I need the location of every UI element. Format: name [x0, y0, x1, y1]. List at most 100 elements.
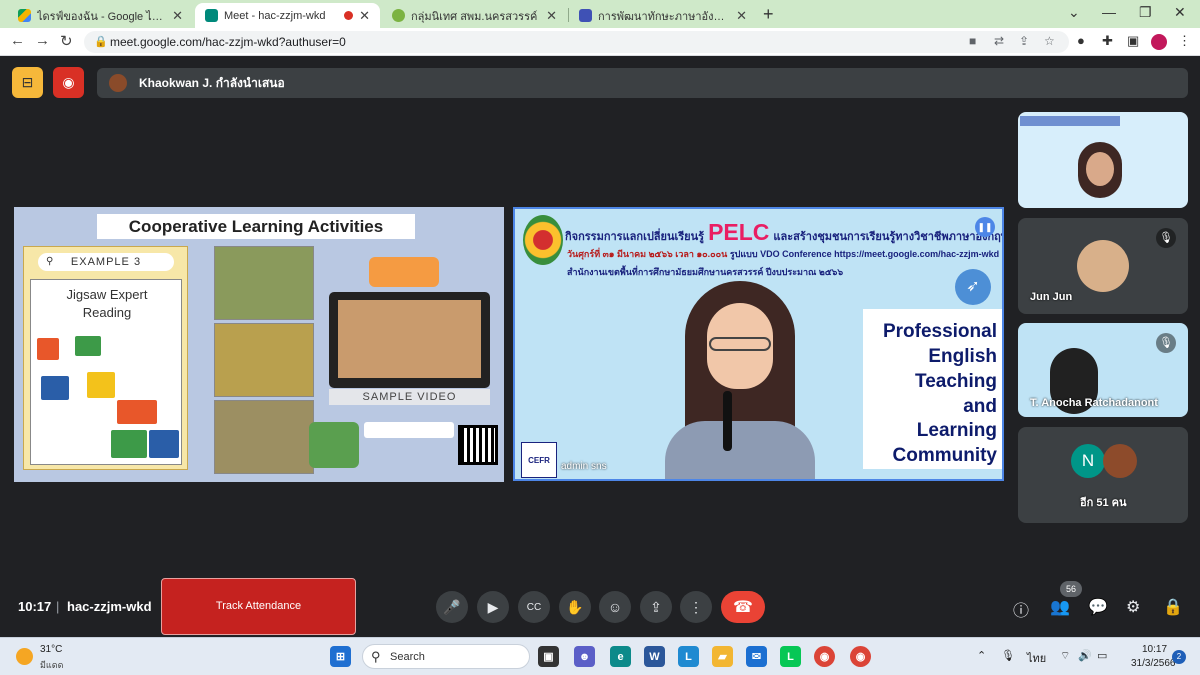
chrome-icon-1[interactable]: ◉ — [814, 646, 835, 667]
task-view-icon[interactable]: ▣ — [538, 646, 559, 667]
raise-hand-button[interactable]: ✋ — [559, 591, 591, 623]
puzzle-piece-icon — [37, 338, 59, 360]
puzzle-pieces-illustration — [309, 422, 359, 468]
tab-search-icon[interactable]: ⌄ — [1068, 4, 1080, 21]
share-icon[interactable]: ⇪ — [1019, 34, 1029, 48]
teams-chat-icon[interactable]: ☻ — [574, 646, 595, 667]
url-text[interactable]: meet.google.com/hac-zzjm-wkd?authuser=0 — [110, 35, 346, 49]
date-text: วันศุกร์ที่ ๓๑ มีนาคม ๒๕๖๖ เวลา ๑๐.๐๐น — [567, 249, 728, 259]
search-icon: ⚲ — [371, 649, 381, 664]
tab-english-skills[interactable]: การพัฒนาทักษะภาษาอังกฤษ English ✕ — [569, 3, 757, 28]
sample-video-label: SAMPLE VIDEO — [329, 389, 490, 405]
close-tab-icon[interactable]: ✕ — [359, 8, 370, 24]
clock-date[interactable]: 31/3/2566 — [1131, 658, 1176, 669]
browser-menu-icon[interactable]: ⋮ — [1178, 33, 1191, 49]
profile-avatar[interactable] — [1151, 34, 1167, 50]
meeting-code: hac-zzjm-wkd — [67, 599, 152, 614]
tab-google-drive[interactable]: ไดรฟ์ของฉัน - Google ไดรฟ์ ✕ — [8, 3, 193, 28]
camera-button[interactable]: ▶ — [477, 591, 509, 623]
hang-up-icon: ☎ — [733, 599, 753, 616]
camera-in-use-icon[interactable]: ■ — [969, 34, 976, 48]
wifi-icon[interactable]: ⌔ — [1060, 649, 1070, 663]
jigsaw-title: Jigsaw Expert Reading — [31, 286, 183, 322]
back-icon[interactable]: ← — [10, 32, 25, 49]
app-l-icon[interactable]: L — [678, 646, 699, 667]
address-bar-row: ← → ↻ 🔒 meet.google.com/hac-zzjm-wkd?aut… — [0, 28, 1200, 56]
forward-icon[interactable]: → — [35, 32, 50, 49]
microphone-prop — [723, 391, 732, 451]
new-tab-button[interactable]: + — [763, 4, 774, 25]
captions-button[interactable]: CC — [518, 591, 550, 623]
side-panel-icon[interactable]: ▣ — [1127, 33, 1139, 49]
meeting-details-icon[interactable]: ⓘ — [1013, 597, 1029, 621]
close-tab-icon[interactable]: ✕ — [172, 8, 183, 24]
browser-tab-bar: ไดรฟ์ของฉัน - Google ไดรฟ์ ✕ Meet - hac-… — [0, 0, 1200, 28]
windows-start-icon[interactable]: ⊞ — [330, 646, 351, 667]
weather-condition[interactable]: มีแดด — [40, 658, 63, 672]
pet-line-3: Teaching — [915, 371, 997, 392]
leave-call-button[interactable]: ☎ — [721, 591, 765, 623]
participant-tile-1[interactable] — [1018, 112, 1188, 208]
recording-icon[interactable]: ◉ — [53, 67, 84, 98]
activities-icon[interactable]: ⚙ — [1126, 597, 1140, 617]
participant-name: T. Anocha Ratchadanont — [1030, 397, 1158, 409]
pet-line-1: Professional — [882, 321, 997, 342]
close-tab-icon[interactable]: ✕ — [736, 8, 747, 24]
more-options-button[interactable]: ⋮ — [680, 591, 712, 623]
volume-icon[interactable]: 🔊 — [1078, 649, 1092, 662]
restore-icon[interactable]: ❐ — [1139, 4, 1152, 21]
tab-google-meet[interactable]: Meet - hac-zzjm-wkd ✕ — [195, 3, 380, 28]
chat-icon[interactable]: 💬 — [1088, 597, 1108, 617]
track-attendance-button[interactable]: Track Attendance — [161, 578, 356, 635]
close-window-icon[interactable]: ✕ — [1174, 4, 1186, 21]
date-line: วันศุกร์ที่ ๓๑ มีนาคม ๒๕๖๖ เวลา ๑๐.๐๐น ร… — [567, 247, 999, 261]
microphone-icon: 🎤 — [443, 598, 461, 615]
line-icon[interactable]: L — [780, 646, 801, 667]
sun-weather-icon[interactable] — [16, 648, 33, 665]
edge-icon[interactable]: e — [610, 646, 631, 667]
extensions-puzzle-icon[interactable]: ✚ — [1102, 33, 1113, 49]
puzzle-piece-icon — [149, 430, 179, 458]
video-monitor-illustration — [329, 292, 490, 388]
minimize-icon[interactable]: — — [1102, 4, 1116, 20]
present-screen-button[interactable]: ⇪ — [640, 591, 672, 623]
slide-header: กิจกรรมการแลกเปลี่ยนเรียนรู้ PELC และสร้าง… — [565, 219, 1004, 246]
clock-time[interactable]: 10:17 — [1142, 644, 1167, 655]
lock-icon[interactable]: 🔒 — [94, 35, 108, 48]
weather-temperature[interactable]: 31°C — [40, 644, 62, 655]
present-off-icon[interactable]: ⊟ — [12, 67, 43, 98]
participant-tile-jun-jun[interactable]: 🎙 Jun Jun — [1018, 218, 1188, 314]
show-hidden-icons[interactable]: ⌃ — [977, 649, 986, 662]
host-controls-icon[interactable]: 🔒 — [1163, 597, 1183, 617]
header-suffix: และสร้างชุมชนการเรียนรู้ทางวิชาชีพภาษาอั… — [773, 231, 1004, 243]
translate-icon[interactable]: ⇄ — [994, 34, 1004, 48]
participant-avatar — [1103, 444, 1137, 478]
reactions-button[interactable]: ☺ — [599, 591, 631, 623]
raise-hand-icon: ✋ — [566, 598, 584, 615]
jigsaw-line-1: Jigsaw Expert — [66, 287, 148, 302]
tab-supervision-group[interactable]: กลุ่มนิเทศ สพม.นครสวรรค์ ✕ — [382, 3, 567, 28]
windows-taskbar: 31°C มีแดด ⊞ ⚲ Search ▣ ☻ e W L ▰ ✉ L ◉ … — [0, 637, 1200, 675]
battery-icon[interactable]: ▭ — [1097, 649, 1107, 662]
people-icon[interactable]: 👥 — [1050, 597, 1070, 617]
classroom-photo-1 — [214, 246, 314, 320]
tray-microphone-icon[interactable]: 🎙 — [1001, 649, 1015, 662]
reload-icon[interactable]: ↻ — [60, 32, 73, 50]
participant-tile-anocha[interactable]: 🎙 T. Anocha Ratchadanont — [1018, 323, 1188, 417]
taskbar-search-box[interactable]: ⚲ Search — [362, 644, 530, 669]
omnibox[interactable]: 🔒 meet.google.com/hac-zzjm-wkd?authuser=… — [84, 31, 1069, 53]
jigsaw-line-2: Reading — [82, 305, 132, 320]
notification-badge[interactable]: 2 — [1172, 650, 1186, 664]
microphone-button[interactable]: 🎤 — [436, 591, 468, 623]
chrome-icon-2[interactable]: ◉ — [850, 646, 871, 667]
file-explorer-icon[interactable]: ▰ — [712, 646, 733, 667]
word-icon[interactable]: W — [644, 646, 665, 667]
meeting-time: 10:17 — [18, 599, 52, 614]
close-tab-icon[interactable]: ✕ — [546, 8, 557, 24]
present-screen-icon: ⇪ — [650, 598, 662, 615]
participant-tile-more[interactable]: N อีก 51 คน — [1018, 427, 1188, 523]
mail-icon[interactable]: ✉ — [746, 646, 767, 667]
extension-icon[interactable]: ● — [1077, 33, 1085, 48]
bookmark-star-icon[interactable]: ☆ — [1044, 34, 1055, 48]
language-indicator[interactable]: ไทย — [1027, 649, 1046, 667]
